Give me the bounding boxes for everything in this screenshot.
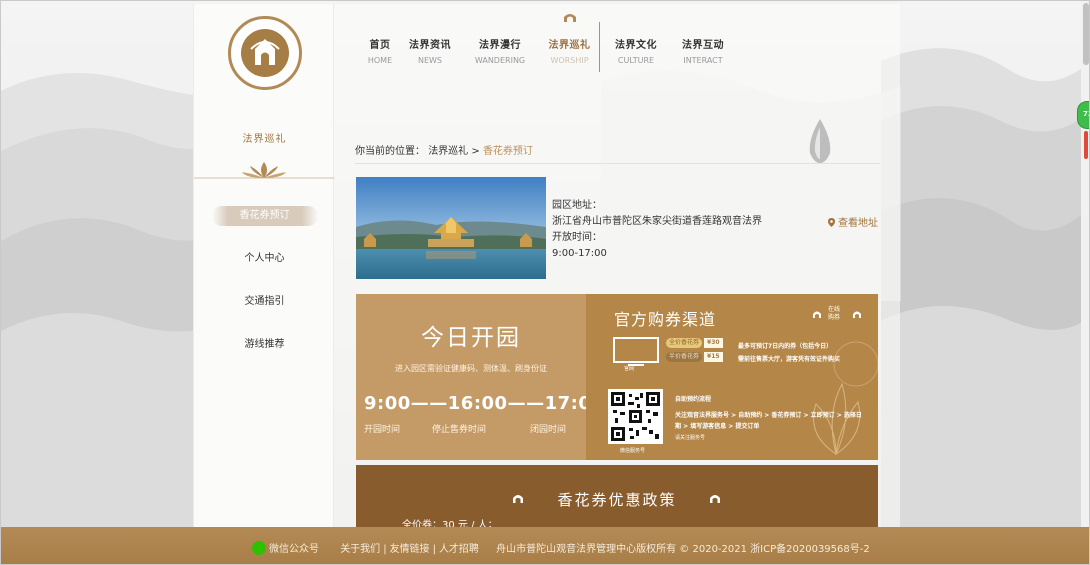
price-note: 需前往售票大厅，游客凭有效证件购买: [738, 356, 841, 363]
sidebar-menu: 香花券预订 个人中心 交通指引 游线推荐: [194, 204, 335, 376]
location-pin-icon: [828, 218, 835, 227]
site-footer: 微信公众号 关于我们 | 友情链接 | 人才招聘 舟山市普陀山观音法界管理中心版权所有 …: [1, 527, 1089, 564]
breadcrumb: 你当前的位置： 法界巡礼 > 香花券预订: [355, 142, 880, 164]
sidebar-item-label: 香花券预订: [211, 206, 318, 226]
nav-wandering[interactable]: 法界漫行 WANDERING: [470, 22, 530, 72]
online-label-line: 购券: [828, 314, 841, 321]
price-tags: 全价香花券 ¥30 半价香花券 ¥15: [666, 338, 723, 366]
vertical-scrollbar[interactable]: [1081, 1, 1089, 527]
scroll-thumb[interactable]: [1083, 3, 1089, 65]
sidebar-item-personal-center[interactable]: 个人中心: [194, 247, 335, 290]
nav-sublabel: WORSHIP: [550, 56, 589, 65]
open-time-label: 开园时间: [364, 425, 401, 435]
price-tag-label: 半价香花券: [666, 352, 703, 362]
discount-policy-title: 香花券优惠政策: [557, 491, 677, 509]
nav-label: 法界互动: [682, 40, 724, 51]
about-us-link[interactable]: 关于我们: [340, 544, 380, 555]
price-tag-label: 全价香花券: [666, 338, 703, 348]
wechat-qr-code: [608, 389, 663, 444]
breadcrumb-current: 香花券预订: [482, 146, 533, 157]
main-content: 首页 HOME 法界资讯 NEWS 法界漫行 WANDERING 法界巡礼 WO…: [334, 4, 900, 545]
nav-culture[interactable]: 法界文化 CULTURE: [606, 22, 666, 72]
price-tag-value: ¥30: [704, 338, 723, 348]
entry-requirements: 进入园区需验证健康码、测体温、刷身份证: [395, 364, 547, 373]
nav-news[interactable]: 法界资讯 NEWS: [400, 22, 460, 72]
channel-title: 官方购券渠道: [614, 310, 717, 329]
sidebar-item-transport[interactable]: 交通指引: [194, 290, 335, 333]
floating-indicator: [1084, 131, 1088, 159]
nav-label: 法界资讯: [409, 40, 451, 51]
park-hours-label: 开放时间：: [552, 232, 602, 243]
wechat-icon: [252, 541, 266, 555]
monitor-icon[interactable]: [612, 336, 660, 366]
qr-code-icon: [611, 392, 660, 441]
temple-mark-icon: [853, 311, 861, 318]
nav-worship[interactable]: 法界巡礼 WORSHIP: [540, 14, 600, 72]
booking-steps-note: 请关注服务号: [675, 435, 706, 441]
view-address-label: 查看地址: [838, 218, 878, 229]
temple-mark-icon: [564, 14, 576, 22]
park-photo: [356, 177, 546, 279]
official-site-label: 官网: [624, 366, 635, 372]
wechat-link[interactable]: 微信公众号: [269, 544, 319, 555]
nav-sublabel: CULTURE: [617, 56, 655, 65]
breadcrumb-parent[interactable]: 法界巡礼: [428, 146, 468, 157]
sidebar-item-label: 游线推荐: [244, 339, 285, 350]
open-today-panel: 今日开园 进入园区需验证健康码、测体温、刷身份证 9:00——16:00——17…: [356, 294, 604, 460]
open-today-title: 今日开园: [421, 325, 521, 351]
breadcrumb-separator: >: [468, 146, 483, 157]
site-logo[interactable]: [228, 16, 302, 90]
temple-mark-icon: [813, 311, 821, 318]
ticket-banner: 今日开园 进入园区需验证健康码、测体温、刷身份证 9:00——16:00——17…: [356, 294, 878, 460]
park-address-label: 园区地址：: [552, 200, 602, 211]
online-label-line: 在线: [828, 306, 841, 313]
temple-mark-icon: [710, 495, 720, 503]
copyright: 舟山市普陀山观音法界管理中心版权所有 © 2020-2021 浙ICP备2020…: [496, 544, 870, 555]
price-notes: 最多可预订7日内的券（包括今日） 需前往售票大厅，游客凭有效证件购买: [738, 340, 840, 366]
left-sidebar: 法界巡礼 香花券预订 个人中心 交通指引 游线推荐: [193, 4, 335, 529]
park-hours: 9:00-17:00: [552, 248, 607, 259]
park-info: 园区地址： 浙江省舟山市普陀区朱家尖街道香莲路观音法界 开放时间： 9:00-1…: [552, 198, 762, 262]
price-tag-value: ¥15: [704, 352, 723, 362]
nav-sublabel: INTERACT: [683, 56, 723, 65]
sidebar-item-flower-ticket[interactable]: 香花券预订: [194, 204, 335, 247]
opening-times: 9:00——16:00——17:00: [364, 393, 605, 414]
nav-interact[interactable]: 法界互动 INTERACT: [673, 22, 733, 72]
friend-links-link[interactable]: 友情链接: [390, 544, 430, 555]
booking-steps: 关注观音法界服务号 > 自助预约 > 香花券预订 > 立即预订 > 选择日期 >…: [675, 412, 862, 430]
nav-label: 法界文化: [615, 40, 657, 51]
browser-viewport: 法界巡礼 香花券预订 个人中心 交通指引 游线推荐 首页 HOME 法界资讯 N…: [0, 0, 1090, 565]
lotus-icon: [194, 162, 335, 179]
sidebar-item-label: 交通指引: [244, 296, 285, 307]
temple-logo-icon: [250, 39, 280, 65]
self-service-title: 自助预约流程: [675, 396, 712, 403]
nav-label: 法界漫行: [479, 40, 521, 51]
floating-widget-count: 73: [1083, 110, 1089, 118]
online-purchase-label: 在线 购券: [828, 306, 840, 322]
park-address: 浙江省舟山市普陀区朱家尖街道香莲路观音法界: [552, 216, 762, 227]
sidebar-section-title: 法界巡礼: [242, 134, 287, 145]
price-note: 最多可预订7日内的券（包括今日）: [738, 343, 833, 350]
price-tag-half: 半价香花券 ¥15: [666, 352, 723, 362]
price-tag-full: 全价香花券 ¥30: [666, 338, 723, 348]
nav-sublabel: WANDERING: [474, 56, 526, 65]
breadcrumb-prefix: 你当前的位置：: [355, 146, 425, 157]
close-time-label: 闭园时间: [530, 425, 567, 435]
stop-sale-label: 停止售券时间: [432, 425, 487, 435]
qr-code-label: 微信服务号: [620, 448, 646, 454]
purchase-channels-panel: 官方购券渠道 在线 购券 官网 全价香花券¥30 半价香花券¥15 最多可预: [586, 294, 878, 460]
nav-label: 法界巡礼: [548, 40, 591, 51]
careers-link[interactable]: 人才招聘: [439, 544, 479, 555]
nav-sublabel: NEWS: [417, 56, 443, 65]
view-address-link[interactable]: 查看地址: [828, 214, 878, 229]
sidebar-item-routes[interactable]: 游线推荐: [194, 333, 335, 376]
floating-widget[interactable]: 73: [1077, 101, 1089, 129]
sidebar-item-label: 个人中心: [244, 253, 285, 264]
